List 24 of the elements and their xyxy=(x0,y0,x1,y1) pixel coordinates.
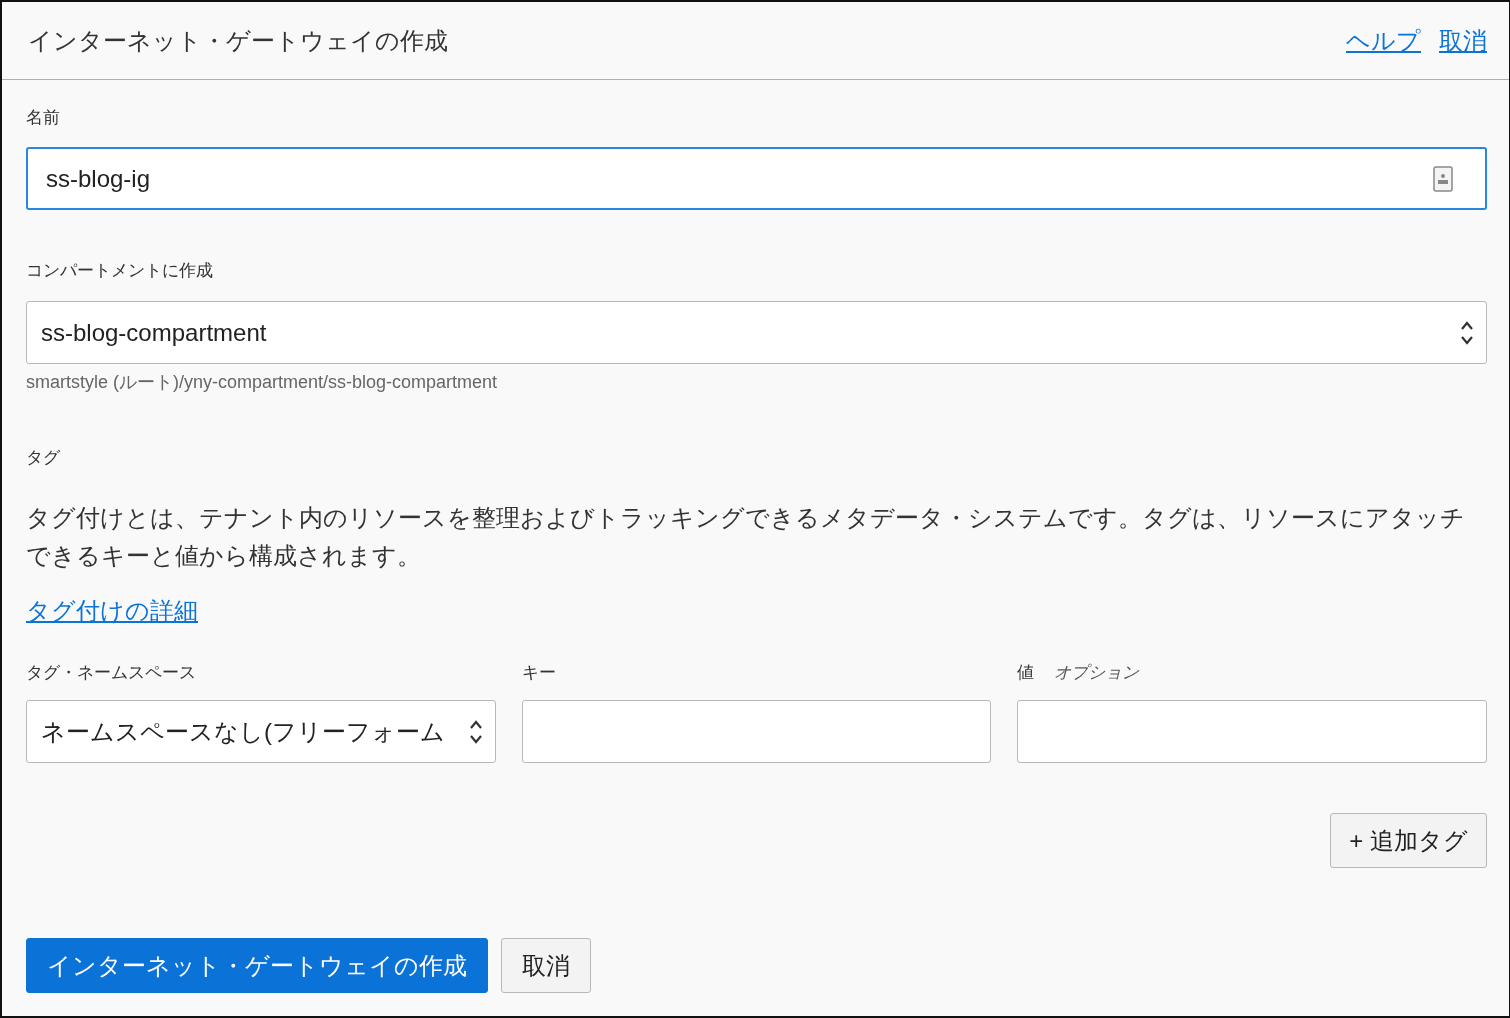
select-dropdown[interactable]: ネームスペースなし(フリーフォーム xyxy=(26,700,496,763)
tagging-details-link[interactable]: タグ付けの詳細 xyxy=(26,595,198,627)
add-tag-button[interactable]: + 追加タグ xyxy=(1330,813,1487,868)
compartment-path: smartstyle (ルート)/yny-compartment/ss-blog-compartment xyxy=(26,371,499,394)
select-dropdown[interactable]: ss-blog-compartment xyxy=(26,301,1487,364)
optional-hint: オプション xyxy=(1054,662,1140,684)
column-label: キー xyxy=(521,662,556,684)
chevron-icon xyxy=(1460,319,1474,346)
tags-description: タグ付けとは、テナント内のリソースを整理およびトラッキングできるメタデータ・システムです。タグは、リソースにアタッチできるキーと値から構成されます。 xyxy=(26,503,1466,571)
create-button[interactable]: インターネット・ゲートウェイの作成 xyxy=(26,938,488,993)
text-field[interactable] xyxy=(1017,700,1487,763)
field-label: 名前 xyxy=(26,107,61,129)
text-field[interactable] xyxy=(521,700,992,763)
field-label: コンパートメントに作成 xyxy=(26,260,214,282)
column-label: タグ・ネームスペース xyxy=(26,662,196,684)
column-label: 値 xyxy=(1017,662,1035,684)
name-field[interactable]: ss-blog-ig xyxy=(26,147,1487,210)
header-link[interactable]: 取消 xyxy=(1439,24,1487,57)
header-link[interactable]: ヘルプ xyxy=(1346,24,1421,57)
chevron-icon xyxy=(468,718,483,745)
section-label: タグ xyxy=(26,447,61,469)
dialog-title: インターネット・ゲートウェイの作成 xyxy=(28,25,448,56)
contact-card-icon xyxy=(1433,166,1453,192)
cancel-button[interactable]: 取消 xyxy=(501,938,591,993)
